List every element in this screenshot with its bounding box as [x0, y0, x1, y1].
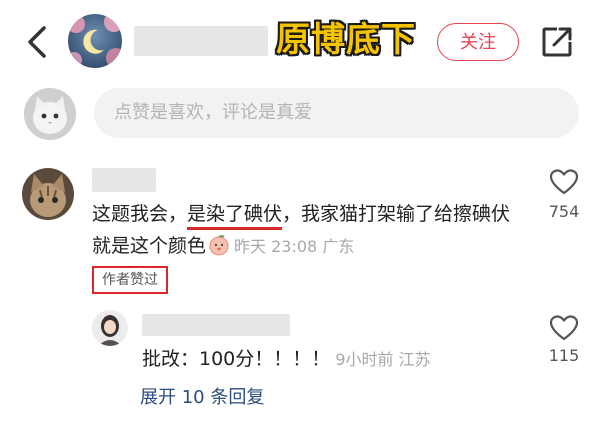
comment-location: 广东 [322, 237, 355, 256]
commenter-name-redacted [92, 168, 156, 192]
commenter-avatar[interactable] [22, 168, 74, 220]
comment-input[interactable]: 点赞是喜欢，评论是真爱 [94, 88, 579, 138]
reply-time: 9小时前 [335, 350, 394, 369]
comment-like-count: 754 [548, 202, 580, 221]
white-cat-avatar-image [24, 88, 76, 140]
comment-text-before: 这题我会， [92, 203, 188, 225]
poster-avatar[interactable] [68, 14, 122, 68]
overlay-caption: 原博底下 [276, 20, 416, 60]
reply-like-count: 115 [548, 346, 580, 365]
like-heart-icon[interactable] [549, 168, 579, 196]
author-liked-badge: 作者赞过 [92, 266, 168, 294]
expand-replies-link[interactable]: 展开 10 条回复 [140, 384, 264, 412]
moon-avatar-image [68, 14, 122, 68]
girl-avatar-image [92, 310, 128, 346]
follow-button[interactable]: 关注 [437, 23, 519, 61]
replier-name-redacted [142, 314, 290, 336]
tabby-cat-avatar-image [22, 168, 74, 220]
reply-location: 江苏 [398, 350, 431, 369]
my-avatar [24, 88, 76, 140]
poster-name-redacted [134, 26, 268, 56]
peach-emoji-icon [209, 235, 229, 256]
comment-time: 昨天 23:08 [234, 237, 318, 256]
share-icon[interactable] [540, 25, 574, 59]
back-arrow-icon[interactable] [20, 22, 54, 62]
reply-text: 批改：100分！！！！ [142, 348, 331, 370]
comment-text: 这题我会，是染了碘伏，我家猫打架输了给擦碘伏就是这个颜色 昨天 23:08 广东 [92, 198, 522, 263]
comment-text-highlight: 是染了碘伏 [187, 203, 283, 230]
reply-like-heart-icon[interactable] [549, 314, 579, 342]
replier-avatar[interactable] [92, 310, 128, 346]
reply-text-line: 批改：100分！！！！ 9小时前 江苏 [142, 344, 431, 375]
